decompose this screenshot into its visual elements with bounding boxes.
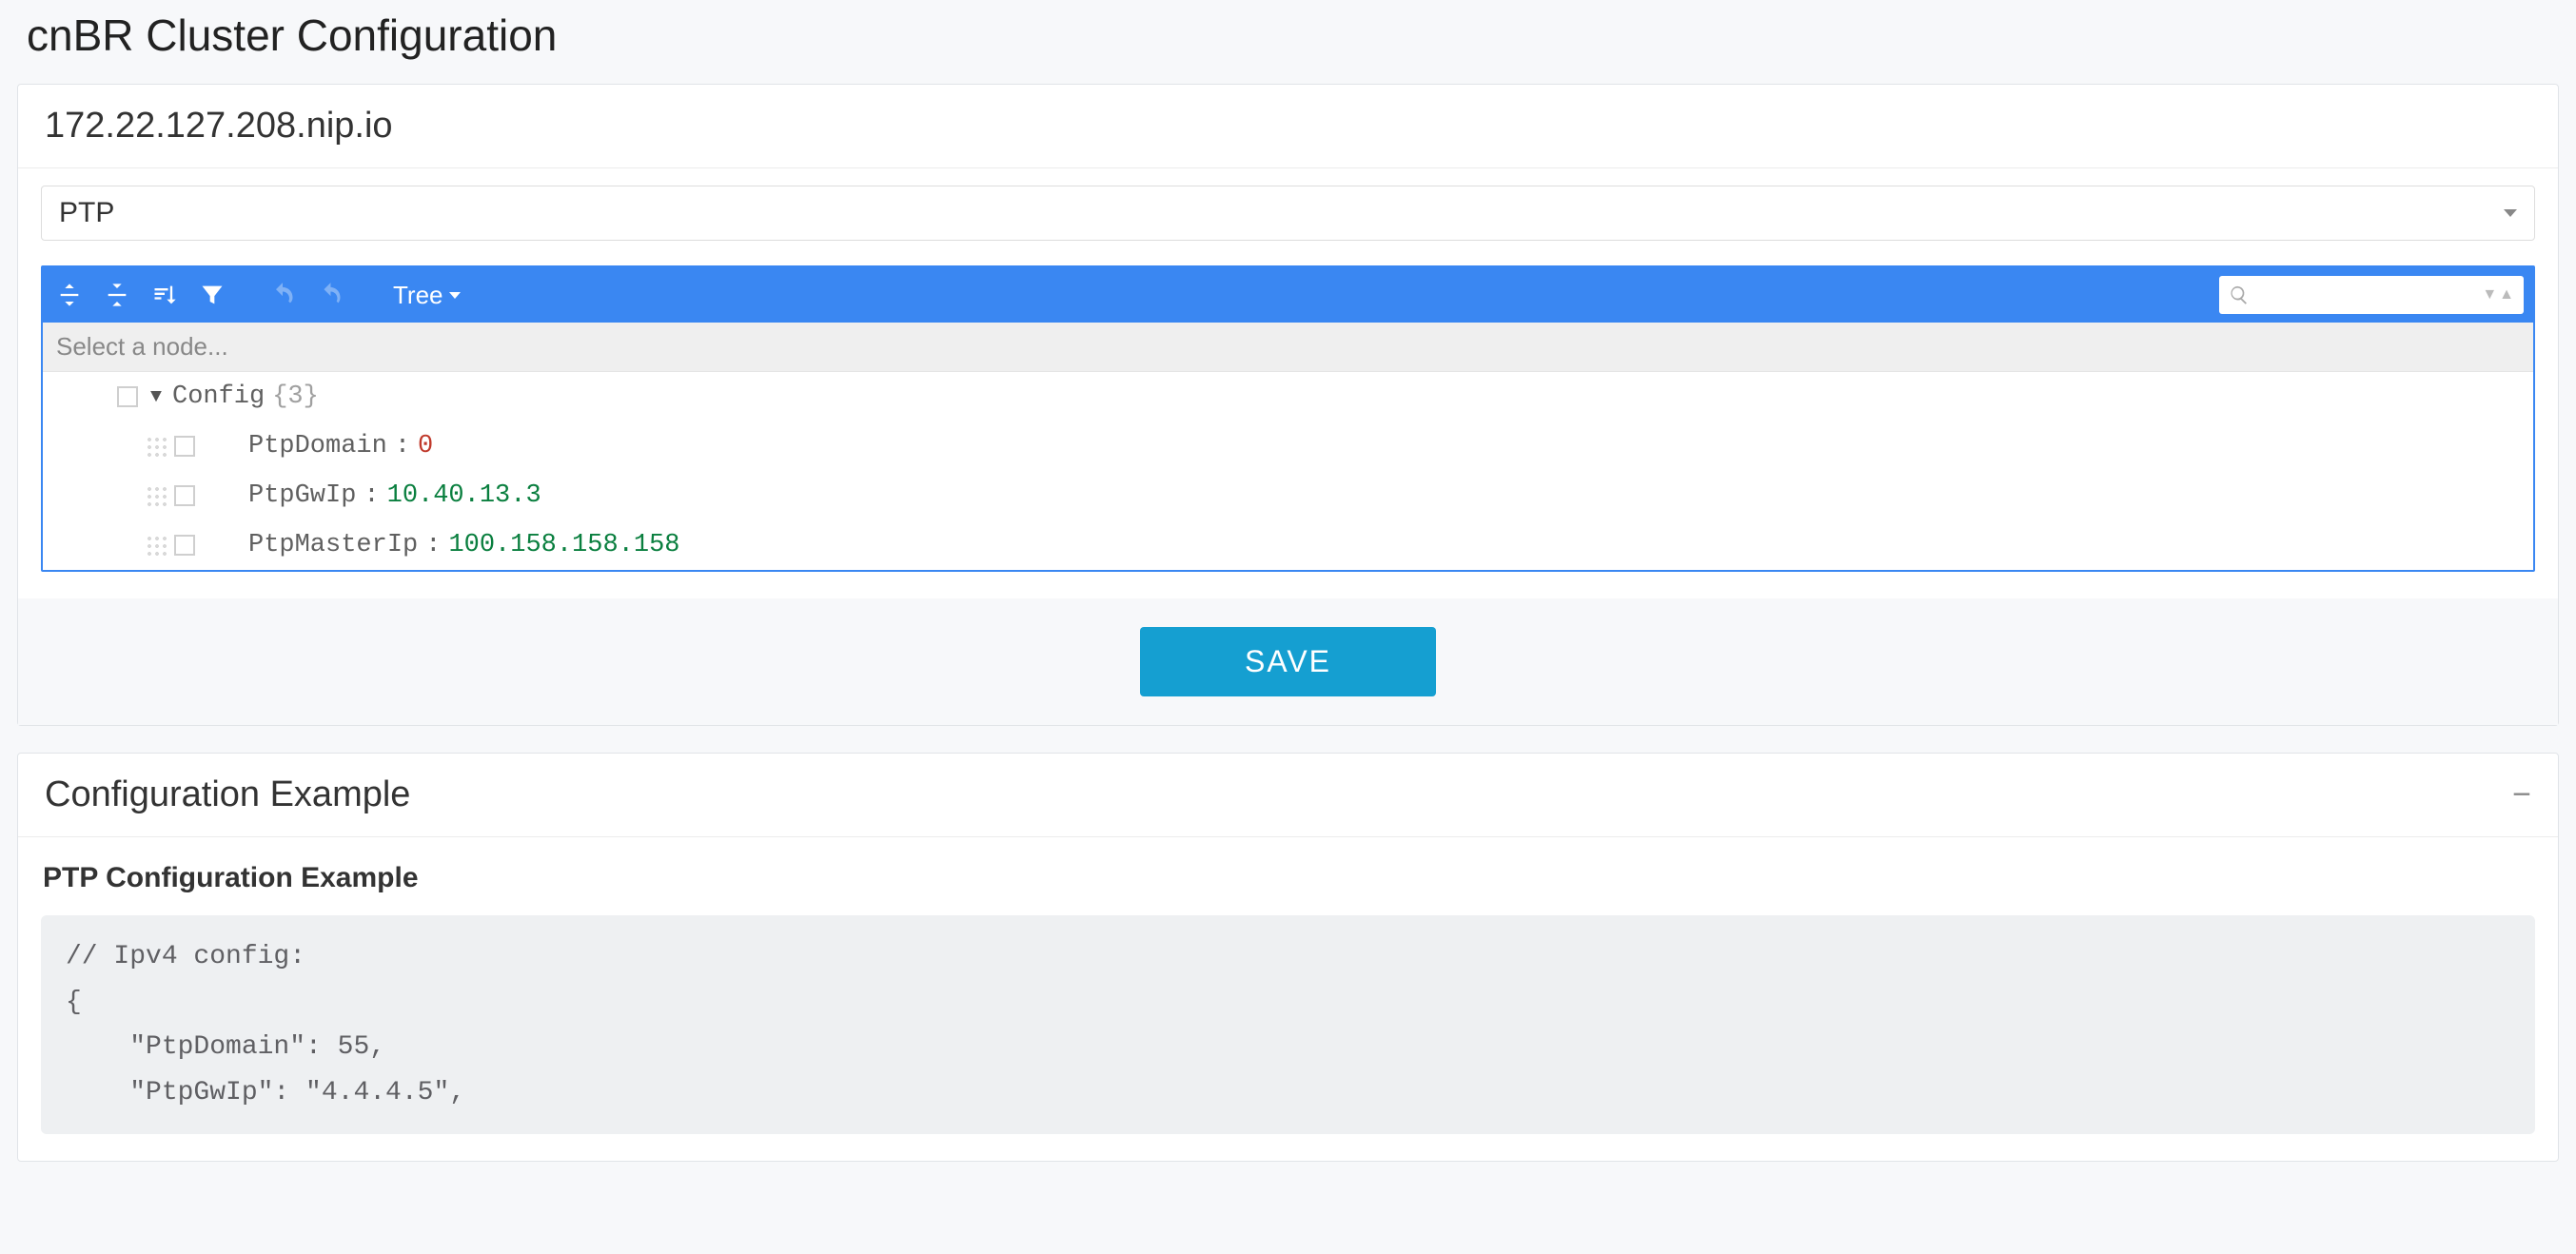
tree-separator: :	[395, 432, 410, 460]
node-path-input[interactable]: Select a node...	[43, 323, 2533, 372]
tree-separator: :	[364, 481, 379, 510]
example-code-block: // Ipv4 config: { "PtpDomain": 55, "PtpG…	[41, 915, 2535, 1134]
redo-icon	[313, 278, 347, 312]
node-menu-icon[interactable]	[174, 436, 195, 457]
collapse-all-icon[interactable]	[52, 278, 87, 312]
search-icon	[2229, 284, 2250, 305]
tree-row[interactable]: PtpDomain:0	[43, 421, 2533, 471]
chevron-down-icon	[2504, 209, 2517, 217]
node-menu-icon[interactable]	[174, 485, 195, 506]
undo-icon	[265, 278, 300, 312]
view-mode-label: Tree	[393, 281, 443, 310]
json-tree: ▼ Config {3} PtpDomain:0PtpGwIp:10.40.13…	[43, 372, 2533, 570]
expander-icon[interactable]: ▼	[146, 386, 167, 408]
example-panel-title: Configuration Example	[45, 774, 410, 815]
search-next-icon[interactable]: ▼	[2482, 287, 2497, 303]
drag-handle-icon[interactable]	[146, 436, 167, 457]
filter-icon[interactable]	[195, 278, 229, 312]
page-title: cnBR Cluster Configuration	[17, 0, 2559, 84]
chevron-down-icon	[449, 292, 461, 299]
search-prev-icon[interactable]: ▲	[2499, 287, 2514, 303]
tree-key: PtpDomain	[248, 432, 387, 460]
tree-row[interactable]: PtpGwIp:10.40.13.3	[43, 471, 2533, 520]
tree-value[interactable]: 0	[418, 432, 433, 460]
editor-search[interactable]: ▼ ▲	[2219, 276, 2524, 314]
editor-toolbar: Tree ▼ ▲	[43, 267, 2533, 323]
tree-count: {3}	[272, 382, 319, 411]
editor-search-input[interactable]	[2257, 276, 2448, 314]
example-subtitle: PTP Configuration Example	[41, 854, 2535, 915]
tree-value[interactable]: 100.158.158.158	[448, 531, 679, 559]
node-menu-icon[interactable]	[117, 386, 138, 407]
expand-all-icon[interactable]	[100, 278, 134, 312]
example-panel: Configuration Example − PTP Configuratio…	[17, 753, 2559, 1162]
tree-root[interactable]: ▼ Config {3}	[43, 372, 2533, 421]
tree-key: Config	[172, 382, 265, 411]
drag-handle-icon[interactable]	[146, 485, 167, 506]
drag-handle-icon[interactable]	[146, 535, 167, 556]
tree-value[interactable]: 10.40.13.3	[387, 481, 541, 510]
config-type-select[interactable]: PTP	[41, 186, 2535, 241]
config-type-value: PTP	[59, 197, 114, 229]
node-menu-icon[interactable]	[174, 535, 195, 556]
tree-row[interactable]: PtpMasterIp:100.158.158.158	[43, 520, 2533, 570]
collapse-panel-icon[interactable]: −	[2512, 776, 2531, 813]
view-mode-select[interactable]: Tree	[383, 281, 470, 310]
host-address: 172.22.127.208.nip.io	[18, 85, 2558, 168]
sort-icon[interactable]	[147, 278, 182, 312]
tree-key: PtpMasterIp	[248, 531, 418, 559]
tree-key: PtpGwIp	[248, 481, 356, 510]
json-editor: Tree ▼ ▲ Select a node...	[41, 265, 2535, 572]
config-panel: 172.22.127.208.nip.io PTP	[17, 84, 2559, 726]
save-button[interactable]: SAVE	[1140, 627, 1436, 696]
tree-separator: :	[425, 531, 441, 559]
